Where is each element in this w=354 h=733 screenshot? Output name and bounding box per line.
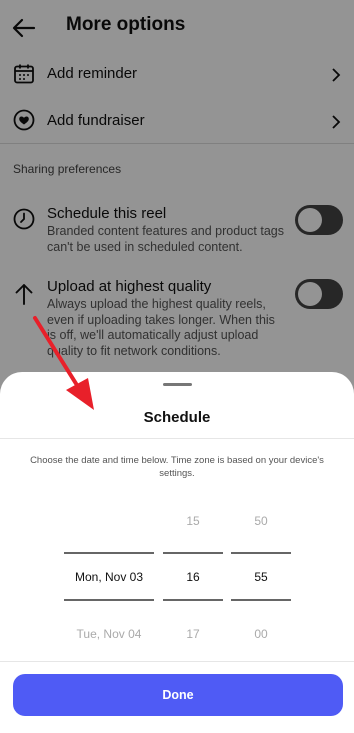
date-selected[interactable]: Mon, Nov 03: [64, 570, 154, 584]
minute-next[interactable]: 00: [231, 627, 291, 641]
sheet-title: Schedule: [143, 409, 211, 426]
minute-previous[interactable]: 50: [231, 514, 291, 528]
selection-line: [64, 552, 154, 554]
sheet-description: Choose the date and time below. Time zon…: [30, 455, 324, 479]
minute-selected[interactable]: 55: [231, 570, 291, 584]
selection-line: [163, 599, 223, 601]
selection-line: [163, 552, 223, 554]
drag-handle[interactable]: [163, 383, 192, 386]
divider: [0, 661, 354, 662]
schedule-sheet: Schedule Choose the date and time below.…: [0, 372, 354, 733]
hour-selected[interactable]: 16: [163, 570, 223, 584]
selection-line: [231, 552, 291, 554]
date-next[interactable]: Tue, Nov 04: [64, 627, 154, 641]
selection-line: [64, 599, 154, 601]
divider: [0, 438, 354, 439]
done-button[interactable]: Done: [13, 674, 343, 716]
selection-line: [231, 599, 291, 601]
hour-previous[interactable]: 15: [163, 514, 223, 528]
hour-next[interactable]: 17: [163, 627, 223, 641]
